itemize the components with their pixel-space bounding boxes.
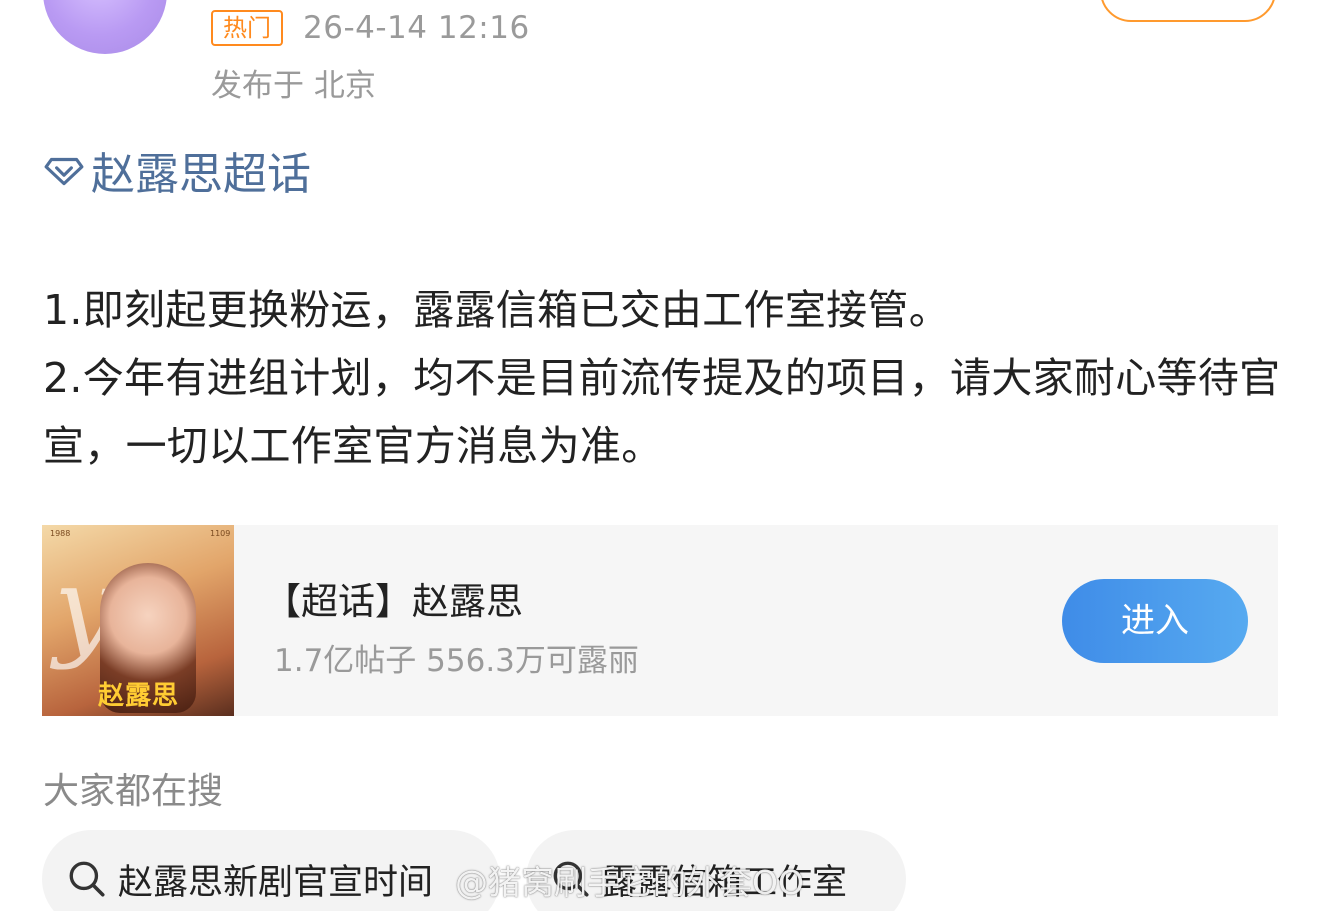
diamond-icon	[44, 157, 84, 186]
post-location: 发布于 北京	[211, 68, 376, 104]
topic-link-label: 赵露思超话	[91, 149, 311, 200]
hot-badge: 热门	[211, 10, 283, 46]
post-timestamp: 26-4-14 12:16	[303, 10, 530, 46]
search-icon	[69, 861, 105, 897]
watermark: @猪窝刷手它的外套OO	[455, 863, 804, 902]
follow-button[interactable]	[1100, 0, 1276, 22]
cover-mark-right: 1109	[210, 529, 231, 538]
super-topic-card[interactable]: y 1988 1109 赵露思 【超话】赵露思 1.7亿帖子 556.3万可露丽…	[42, 525, 1278, 716]
post-body: 1.即刻起更换粉运，露露信箱已交由工作室接管。 2.今年有进组计划，均不是目前流…	[43, 276, 1283, 480]
cover-mark-left: 1988	[50, 529, 71, 538]
enter-button[interactable]: 进入	[1062, 579, 1248, 663]
super-topic-title: 【超话】赵露思	[264, 580, 523, 623]
super-topic-cover-image: y 1988 1109 赵露思	[42, 525, 234, 716]
topic-link[interactable]: 赵露思超话	[43, 142, 311, 200]
cover-name: 赵露思	[98, 681, 180, 711]
search-section-label: 大家都在搜	[43, 771, 224, 812]
super-topic-stats: 1.7亿帖子 556.3万可露丽	[274, 643, 639, 679]
post-meta: 热门 26-4-14 12:16	[211, 8, 530, 48]
post-paragraph: 2.今年有进组计划，均不是目前流传提及的项目，请大家耐心等待官宣，一切以工作室官…	[43, 354, 1281, 470]
weibo-post-page: 热门 26-4-14 12:16 发布于 北京 赵露思超话 1.即刻起更换粉运，…	[0, 0, 1320, 911]
post-paragraph: 1.即刻起更换粉运，露露信箱已交由工作室接管。	[43, 286, 951, 334]
search-chip[interactable]: 赵露思新剧官宣时间	[42, 830, 500, 911]
search-chip-label: 赵露思新剧官宣时间	[118, 862, 434, 903]
author-avatar[interactable]	[43, 0, 167, 54]
